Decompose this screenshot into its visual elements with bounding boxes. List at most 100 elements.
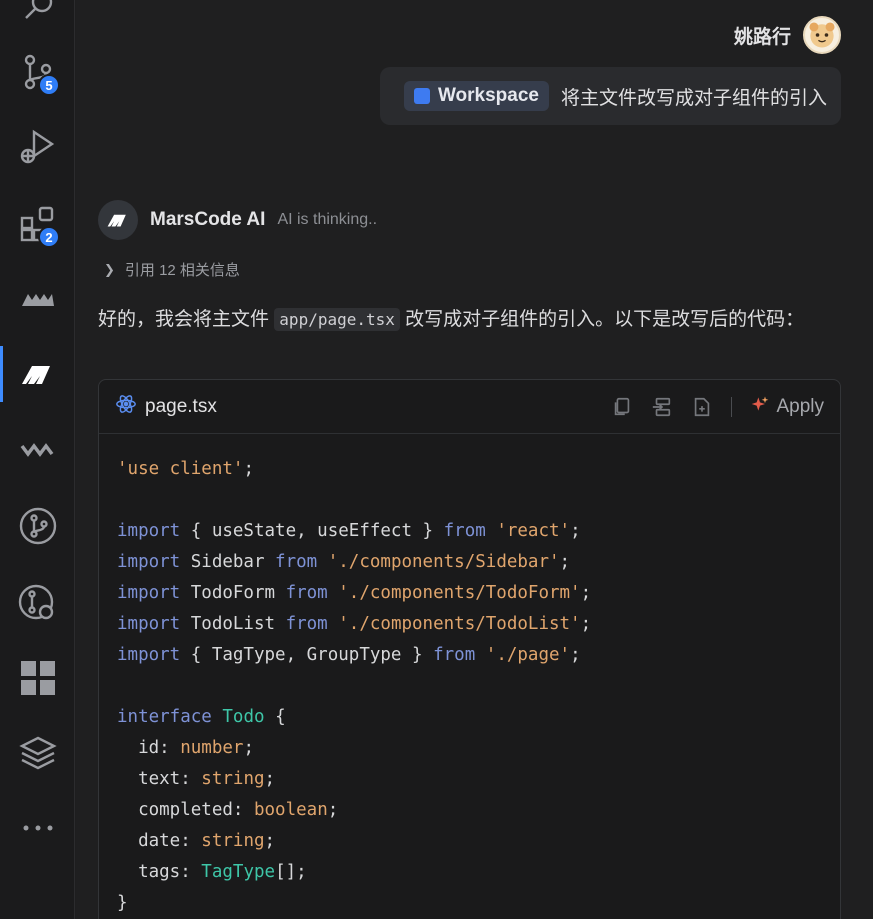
code-filename: page.tsx	[145, 395, 217, 417]
code-token: from	[443, 521, 486, 541]
code-token: ;	[243, 738, 254, 758]
code-line: import Sidebar from './components/Sideba…	[117, 547, 822, 578]
code-token: date	[117, 831, 181, 851]
code-token: text	[117, 769, 181, 789]
ai-header: MarsCode AI AI is thinking..	[98, 200, 377, 240]
layers-icon[interactable]	[0, 726, 75, 782]
insert-icon[interactable]	[651, 396, 673, 418]
code-token: boolean	[253, 800, 328, 820]
ai-status: AI is thinking..	[277, 211, 378, 228]
code-token: :	[232, 800, 254, 820]
ai-name: MarsCode AI	[150, 209, 266, 230]
code-token: ;	[264, 769, 276, 789]
code-token: from	[285, 614, 328, 634]
code-token: ;	[327, 800, 339, 820]
code-token: :	[180, 769, 202, 789]
marscode-logo-icon	[98, 200, 138, 240]
code-token: './components/Sidebar'	[317, 552, 560, 572]
code-token: import	[117, 583, 181, 603]
code-token: './components/TodoList'	[327, 614, 581, 634]
code-token: id	[117, 738, 160, 758]
extensions-badge: 2	[38, 226, 60, 248]
code-token: completed	[117, 800, 233, 820]
code-block-header: page.tsx Apply	[99, 380, 840, 434]
code-token: import	[117, 645, 181, 665]
git-settings-icon[interactable]	[0, 574, 75, 630]
code-token: string	[201, 769, 265, 789]
extensions-icon[interactable]: 2	[0, 196, 75, 252]
code-line: date: string;	[117, 826, 822, 857]
code-token: import	[117, 552, 181, 572]
copy-icon[interactable]	[611, 396, 633, 418]
code-token: from	[275, 552, 318, 572]
source-control-icon[interactable]: 5	[0, 44, 75, 100]
source-control-badge: 5	[38, 74, 60, 96]
code-token: TodoList	[180, 614, 286, 634]
marscode-blocks-icon[interactable]	[0, 270, 75, 326]
workspace-label: Workspace	[437, 85, 539, 106]
run-debug-icon[interactable]	[0, 118, 75, 174]
code-content: 'use client'; import { useState, useEffe…	[99, 434, 840, 919]
code-line: import TodoForm from './components/TodoF…	[117, 578, 822, 609]
code-token: [];	[275, 862, 307, 882]
code-token: TodoForm	[180, 583, 286, 603]
grid-icon[interactable]	[0, 650, 75, 706]
code-token: import	[117, 521, 181, 541]
code-token: }	[117, 893, 128, 913]
code-token: './page'	[475, 645, 571, 665]
code-token: './components/TodoForm'	[327, 583, 581, 603]
new-file-icon[interactable]	[691, 396, 713, 418]
wave-icon[interactable]	[0, 422, 75, 478]
code-line: import TodoList from './components/TodoL…	[117, 609, 822, 640]
workspace-chip[interactable]: Workspace	[403, 81, 549, 111]
user-message-bubble: Workspace 将主文件改写成对子组件的引入	[379, 67, 841, 125]
code-token: {	[264, 707, 286, 727]
code-token: Todo	[222, 707, 265, 727]
code-token: string	[201, 831, 265, 851]
code-token: :	[180, 862, 202, 882]
code-token: ;	[580, 614, 592, 634]
code-token: ;	[570, 645, 581, 665]
code-line: import { TagType, GroupType } from './pa…	[117, 640, 822, 671]
code-token: ;	[580, 583, 592, 603]
chat-panel: 姚路行 Workspace 将主文件改写成对子组件的引入 MarsCode AI…	[76, 0, 873, 919]
code-line: interface Todo {	[117, 702, 822, 733]
code-token: TagType	[201, 862, 276, 882]
code-token: { TagType, GroupType }	[180, 645, 434, 665]
apply-label: Apply	[776, 395, 824, 417]
code-token: interface	[117, 707, 212, 727]
code-block: page.tsx Apply 'use client'; import {us…	[98, 379, 841, 919]
apply-button[interactable]: Apply	[750, 394, 824, 419]
code-token: ;	[264, 831, 276, 851]
reference-toggle[interactable]: ❯ 引用 12 相关信息	[104, 259, 240, 280]
code-token: ;	[559, 552, 571, 572]
activity-bar: 5 2	[0, 0, 75, 919]
user-name: 姚路行	[733, 26, 791, 48]
reference-label: 引用 12 相关信息	[124, 262, 240, 279]
code-token: 'use client'	[117, 459, 244, 479]
sparkle-icon	[750, 394, 770, 419]
code-actions: Apply	[611, 394, 824, 419]
code-token: number	[180, 738, 244, 758]
code-token: from	[433, 645, 476, 665]
marscode-ai-icon[interactable]	[0, 346, 75, 402]
code-token: from	[285, 583, 328, 603]
code-token: :	[180, 831, 202, 851]
code-token: 'react'	[485, 521, 571, 541]
code-line: completed: boolean;	[117, 795, 822, 826]
search-icon[interactable]	[0, 0, 75, 34]
inline-code: app/page.tsx	[274, 308, 400, 331]
code-line: import { useState, useEffect } from 'rea…	[117, 516, 822, 547]
intro-after: 改写成对子组件的引入。以下是改写后的代码：	[405, 309, 805, 330]
user-header: 姚路行	[734, 16, 841, 54]
code-token: ;	[570, 521, 581, 541]
git-graph-icon[interactable]	[0, 498, 75, 554]
code-token: import	[117, 614, 181, 634]
code-token: { useState, useEffect }	[180, 521, 444, 541]
avatar	[803, 16, 841, 54]
more-icon[interactable]	[0, 800, 75, 856]
ai-message-text: 好的，我会将主文件 app/page.tsx 改写成对子组件的引入。以下是改写后…	[98, 303, 848, 336]
code-line: tags: TagType[];	[117, 857, 822, 888]
user-message-text: 将主文件改写成对子组件的引入	[560, 87, 827, 109]
